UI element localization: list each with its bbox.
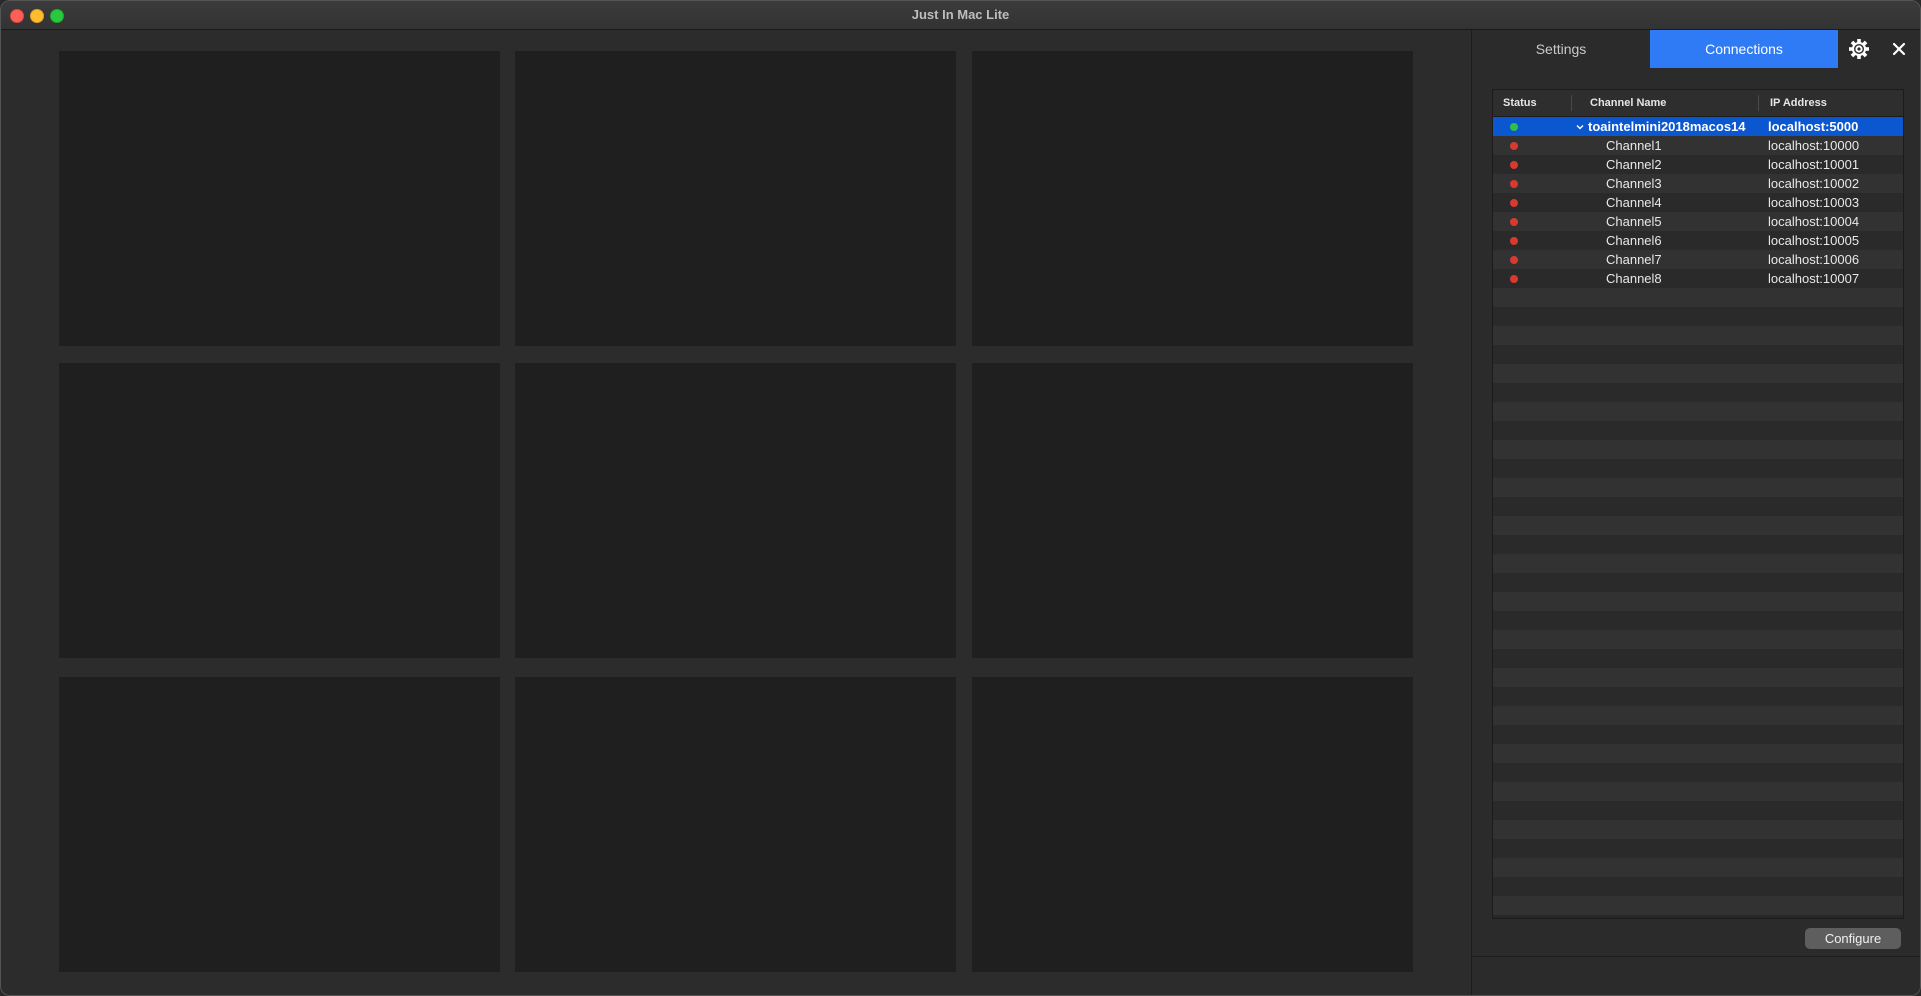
empty-row <box>1493 459 1903 478</box>
close-icon[interactable] <box>1884 34 1914 64</box>
video-tile[interactable] <box>515 363 956 658</box>
gear-icon[interactable] <box>1844 34 1874 64</box>
status-disconnected-icon <box>1510 275 1518 283</box>
empty-row <box>1493 402 1903 421</box>
table-row[interactable]: Channel2 localhost:10001 <box>1493 155 1903 174</box>
side-panel: Settings Connections Status Channel Name… <box>1471 30 1920 995</box>
empty-row <box>1493 326 1903 345</box>
empty-row <box>1493 877 1903 896</box>
empty-row <box>1493 896 1903 915</box>
column-header-status[interactable]: Status <box>1503 90 1537 116</box>
video-tile[interactable] <box>972 363 1413 658</box>
ip-address-cell: localhost:5000 <box>1768 119 1859 134</box>
channel-name-cell: Channel4 <box>1606 195 1662 210</box>
empty-row <box>1493 364 1903 383</box>
ip-address-cell: localhost:10003 <box>1768 195 1860 210</box>
status-disconnected-icon <box>1510 180 1518 188</box>
empty-row <box>1493 573 1903 592</box>
column-header-ip-address[interactable]: IP Address <box>1770 90 1827 116</box>
video-tile[interactable] <box>59 363 500 658</box>
ip-address-cell: localhost:10006 <box>1768 252 1860 267</box>
empty-row <box>1493 611 1903 630</box>
channel-name-cell: Channel8 <box>1606 271 1662 286</box>
empty-row <box>1493 345 1903 364</box>
ip-address-cell: localhost:10001 <box>1768 157 1860 172</box>
video-grid <box>1 30 1471 995</box>
tab-settings[interactable]: Settings <box>1472 30 1650 68</box>
empty-row <box>1493 858 1903 877</box>
empty-row <box>1493 592 1903 611</box>
table-row[interactable]: Channel6 localhost:10005 <box>1493 231 1903 250</box>
empty-row <box>1493 763 1903 782</box>
table-row-host[interactable]: toaintelmini2018macos14 localhost:5000 <box>1493 117 1903 136</box>
ip-address-cell: localhost:10005 <box>1768 233 1860 248</box>
empty-row <box>1493 820 1903 839</box>
empty-row <box>1493 535 1903 554</box>
empty-row <box>1493 421 1903 440</box>
empty-row <box>1493 554 1903 573</box>
status-disconnected-icon <box>1510 218 1518 226</box>
empty-row <box>1493 630 1903 649</box>
column-divider[interactable] <box>1571 95 1572 111</box>
empty-row <box>1493 744 1903 763</box>
table-row[interactable]: Channel7 localhost:10006 <box>1493 250 1903 269</box>
empty-row <box>1493 440 1903 459</box>
status-disconnected-icon <box>1510 199 1518 207</box>
empty-row <box>1493 725 1903 744</box>
channel-name-cell: Channel1 <box>1606 138 1662 153</box>
empty-row <box>1493 516 1903 535</box>
title-bar[interactable]: Just In Mac Lite <box>1 1 1920 30</box>
status-disconnected-icon <box>1510 142 1518 150</box>
video-tile[interactable] <box>59 51 500 346</box>
status-disconnected-icon <box>1510 237 1518 245</box>
empty-row <box>1493 782 1903 801</box>
channel-name-cell: Channel7 <box>1606 252 1662 267</box>
table-body: toaintelmini2018macos14 localhost:5000 Cha… <box>1493 117 1903 915</box>
app-window: Just In Mac Lite Settings Connections St… <box>0 0 1921 996</box>
table-row[interactable]: Channel8 localhost:10007 <box>1493 269 1903 288</box>
empty-row <box>1493 478 1903 497</box>
empty-row <box>1493 706 1903 725</box>
chevron-down-icon[interactable] <box>1575 122 1585 132</box>
connections-table[interactable]: Status Channel Name IP Address toaintelm… <box>1492 89 1904 919</box>
empty-row <box>1493 839 1903 858</box>
configure-button[interactable]: Configure <box>1805 928 1901 949</box>
empty-row <box>1493 307 1903 326</box>
channel-name-cell: toaintelmini2018macos14 <box>1588 119 1746 134</box>
ip-address-cell: localhost:10002 <box>1768 176 1860 191</box>
empty-row <box>1493 687 1903 706</box>
channel-name-cell: Channel5 <box>1606 214 1662 229</box>
panel-tab-bar: Settings Connections <box>1472 30 1920 68</box>
video-tile[interactable] <box>972 51 1413 346</box>
tab-connections[interactable]: Connections <box>1650 30 1838 68</box>
empty-row <box>1493 649 1903 668</box>
video-tile[interactable] <box>515 677 956 972</box>
channel-name-cell: Channel6 <box>1606 233 1662 248</box>
table-row[interactable]: Channel5 localhost:10004 <box>1493 212 1903 231</box>
empty-row <box>1493 497 1903 516</box>
empty-row <box>1493 801 1903 820</box>
panel-footer <box>1472 956 1920 995</box>
ip-address-cell: localhost:10004 <box>1768 214 1860 229</box>
table-row[interactable]: Channel4 localhost:10003 <box>1493 193 1903 212</box>
table-header: Status Channel Name IP Address <box>1493 90 1903 117</box>
ip-address-cell: localhost:10007 <box>1768 271 1860 286</box>
status-disconnected-icon <box>1510 161 1518 169</box>
table-row[interactable]: Channel1 localhost:10000 <box>1493 136 1903 155</box>
video-tile[interactable] <box>515 51 956 346</box>
status-disconnected-icon <box>1510 256 1518 264</box>
empty-row <box>1493 288 1903 307</box>
video-tile[interactable] <box>59 677 500 972</box>
table-row[interactable]: Channel3 localhost:10002 <box>1493 174 1903 193</box>
column-divider[interactable] <box>1758 95 1759 111</box>
channel-name-cell: Channel2 <box>1606 157 1662 172</box>
status-connected-icon <box>1510 123 1518 131</box>
empty-row <box>1493 668 1903 687</box>
channel-name-cell: Channel3 <box>1606 176 1662 191</box>
ip-address-cell: localhost:10000 <box>1768 138 1860 153</box>
video-tile[interactable] <box>972 677 1413 972</box>
empty-row <box>1493 383 1903 402</box>
window-title: Just In Mac Lite <box>911 7 1010 22</box>
column-header-channel-name[interactable]: Channel Name <box>1590 90 1666 116</box>
